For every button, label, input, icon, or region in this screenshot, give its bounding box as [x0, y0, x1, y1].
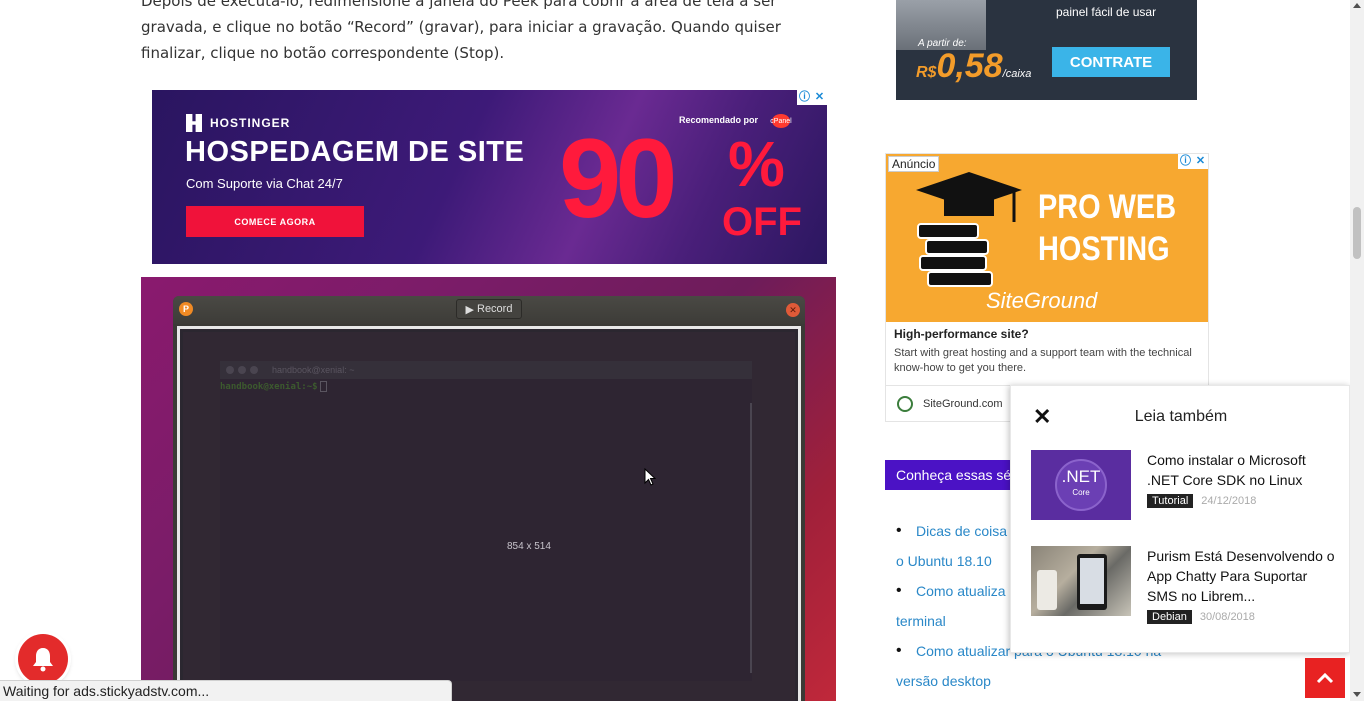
price-unit: /caixa — [1002, 68, 1032, 80]
headline-line: HOSTING — [1038, 230, 1170, 268]
headline-line: PRO WEB — [1038, 188, 1177, 226]
play-icon: ▶ — [465, 303, 474, 316]
ad-subtitle: Com Suporte via Chat 24/7 — [186, 176, 343, 191]
back-to-top-button[interactable] — [1305, 658, 1345, 698]
terminal-prompt: handbook@xenial:~$ — [220, 381, 327, 392]
chevron-up-icon — [1316, 672, 1334, 684]
price-currency: R$ — [916, 64, 937, 81]
adchoices[interactable]: ⓘ ✕ — [1178, 154, 1208, 169]
contrate-button[interactable]: CONTRATE — [1052, 47, 1170, 77]
dotnet-logo: .NET Core — [1055, 459, 1107, 511]
record-label: Record — [477, 303, 513, 315]
window-controls — [226, 366, 258, 374]
ad-headline: HOSPEDAGEM DE SITE — [185, 136, 525, 168]
peek-window: P ▶ Record ✕ handbook@xenial: ~ handbook… — [173, 296, 805, 701]
article-paragraph: Depois de executá-lo, redimensione a jan… — [141, 0, 783, 66]
peek-capture-frame: handbook@xenial: ~ handbook@xenial:~$ 85… — [177, 326, 801, 701]
notification-bell-button[interactable] — [18, 634, 68, 684]
series-link-continuation[interactable]: terminal — [896, 613, 946, 629]
ad-close-icon[interactable]: ✕ — [1193, 154, 1208, 169]
ad-title: High-performance site? — [894, 327, 1029, 341]
series-link-continuation[interactable]: o Ubuntu 18.10 — [896, 553, 992, 569]
cursor-block — [319, 381, 327, 392]
page: Depois de executá-lo, redimensione a jan… — [0, 0, 1364, 701]
discount-number: 90 — [559, 116, 678, 241]
recommended-by-label: Recomendado por — [679, 115, 759, 125]
discount-off: OFF — [722, 200, 802, 244]
series-link[interactable]: Como atualiza — [916, 583, 1006, 599]
device-screen — [1080, 558, 1104, 604]
phone-image — [1037, 570, 1057, 610]
close-icon: ✕ — [786, 303, 800, 317]
hostinger-brand-name: HOSTINGER — [210, 116, 291, 130]
price-amount: 0,58 — [936, 47, 1003, 85]
peek-screenshot-image: P ▶ Record ✕ handbook@xenial: ~ handbook… — [141, 277, 836, 701]
post-title-link[interactable]: Purism Está Desenvolvendo o App Chatty P… — [1147, 546, 1337, 606]
ad-description: Start with great hosting and a support t… — [894, 347, 1192, 374]
post-title-link[interactable]: Como instalar o Microsoft .NET Core SDK … — [1147, 450, 1337, 490]
capture-dimensions: 854 x 514 — [507, 541, 551, 552]
close-icon[interactable]: ✕ — [1033, 406, 1051, 428]
scrollbar-thumb[interactable] — [1353, 207, 1361, 259]
mouse-pointer-icon — [644, 468, 656, 486]
browser-status-bar: Waiting for ads.stickyadstv.com... — [0, 680, 452, 701]
siteground-ad[interactable]: PRO WEB HOSTING SiteGround Anúncio ⓘ ✕ H… — [885, 153, 1209, 422]
article-line: gravada, e clique no botão “Record” (gra… — [141, 18, 781, 36]
article-line: Depois de executá-lo, redimensione a jan… — [141, 0, 777, 10]
bell-icon — [33, 648, 53, 672]
siteground-icon — [897, 396, 913, 412]
category-tag[interactable]: Debian — [1147, 610, 1192, 624]
logo-text: .NET — [1061, 467, 1101, 486]
logo-subtext: Core — [1072, 488, 1090, 497]
terminal-window: handbook@xenial: ~ handbook@xenial:~$ 85… — [220, 361, 752, 681]
series-link[interactable]: Dicas de coisa — [916, 523, 1007, 539]
siteground-banner[interactable]: PRO WEB HOSTING SiteGround — [886, 154, 1208, 322]
scroll-up-arrow-icon[interactable] — [1353, 3, 1361, 8]
terminal-scrollbar — [750, 403, 752, 673]
post-thumbnail[interactable] — [1031, 546, 1131, 616]
peek-titlebar: P ▶ Record ✕ — [173, 296, 805, 324]
article-line: finalizar, clique no botão correspondent… — [141, 44, 505, 62]
cpanel-logo: cPanel — [770, 114, 792, 128]
adchoices[interactable]: ⓘ ✕ — [797, 90, 827, 105]
scroll-down-arrow-icon[interactable] — [1353, 692, 1361, 697]
hostinger-ad-banner[interactable]: HOSTINGER HOSPEDAGEM DE SITE Com Suporte… — [152, 90, 827, 264]
prompt-text: handbook@xenial:~$ — [220, 382, 318, 392]
discount-percent: % — [728, 128, 785, 200]
ad-close-icon[interactable]: ✕ — [812, 90, 827, 105]
category-tag[interactable]: Tutorial — [1147, 494, 1194, 508]
post-thumbnail[interactable]: .NET Core — [1031, 450, 1131, 520]
siteground-logo: SiteGround — [986, 288, 1098, 313]
related-post-item[interactable]: Purism Está Desenvolvendo o App Chatty P… — [1031, 546, 1341, 624]
terminal-title: handbook@xenial: ~ — [272, 365, 355, 375]
hostinger-brand: HOSTINGER — [186, 114, 290, 132]
adchoices-info-icon[interactable]: ⓘ — [1178, 154, 1193, 169]
hostinger-logo-icon — [186, 114, 202, 132]
post-date: 24/12/2018 — [1201, 495, 1257, 507]
page-scrollbar[interactable] — [1350, 0, 1364, 701]
series-link-continuation[interactable]: versão desktop — [896, 673, 991, 689]
peek-capture-area: handbook@xenial: ~ handbook@xenial:~$ 85… — [183, 332, 795, 701]
popup-title: Leia também — [1134, 408, 1228, 425]
ad-headline: PRO WEB HOSTING — [1038, 186, 1176, 270]
ad-tagline: painel fácil de usar — [1056, 5, 1157, 19]
graduation-books-icon — [916, 172, 1022, 287]
related-posts-popup: Leia também ✕ .NET Core Como instalar o … — [1010, 385, 1350, 653]
terminal-titlebar: handbook@xenial: ~ — [220, 361, 752, 379]
comece-agora-button[interactable]: COMECE AGORA — [186, 206, 364, 237]
peek-app-icon: P — [179, 302, 193, 316]
hosting-price-ad[interactable]: painel fácil de usar A partir de: R$0,58… — [896, 0, 1197, 100]
price-value: R$0,58/caixa — [916, 48, 1031, 92]
post-date: 30/08/2018 — [1199, 611, 1255, 623]
post-meta: Debian 30/08/2018 — [1147, 610, 1255, 624]
record-button: ▶ Record — [456, 299, 522, 319]
post-meta: Tutorial 24/12/2018 — [1147, 494, 1256, 508]
ad-label: Anúncio — [888, 156, 940, 172]
related-post-item[interactable]: .NET Core Como instalar o Microsoft .NET… — [1031, 450, 1341, 522]
ad-domain: SiteGround.com — [923, 398, 1003, 410]
adchoices-info-icon[interactable]: ⓘ — [797, 90, 812, 105]
